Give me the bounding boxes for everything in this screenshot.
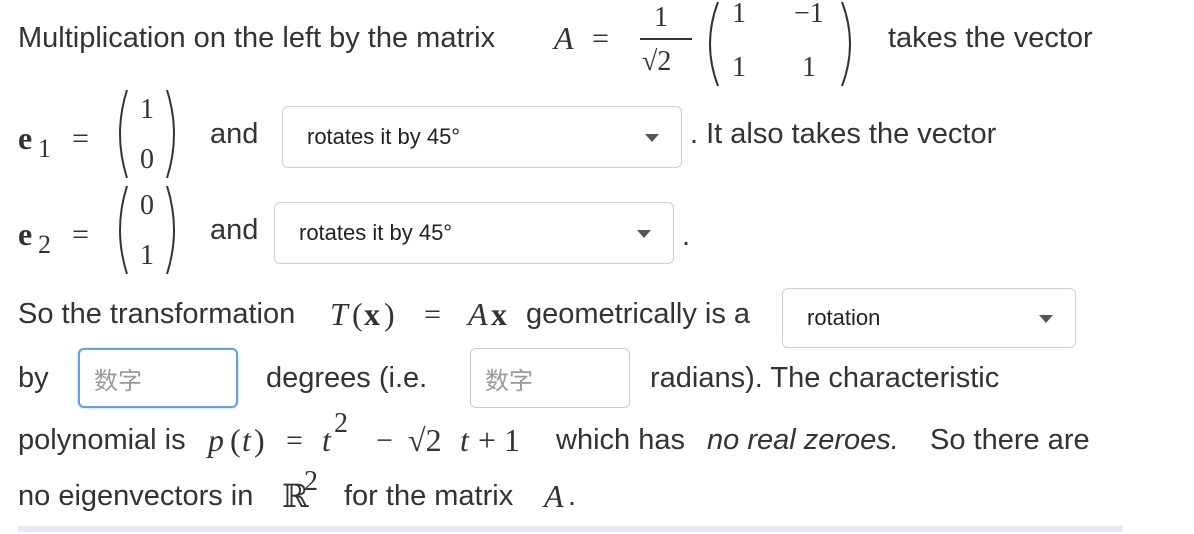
- equals-sign: =: [286, 424, 303, 457]
- bottom-divider: [18, 526, 1123, 532]
- eigenvectors-text: no eigenvectors in: [18, 480, 254, 512]
- period-text: .: [568, 480, 577, 512]
- math-paren: (: [230, 422, 241, 458]
- e1-action-dropdown[interactable]: rotates it by 45°: [282, 106, 682, 168]
- radians-input[interactable]: 数字: [470, 348, 630, 408]
- math-a: A: [544, 478, 564, 514]
- vector-e1-symbol: e: [18, 120, 33, 156]
- vector-e1-entry: 1: [140, 94, 154, 125]
- vector-e2-entry: 1: [140, 240, 154, 271]
- math-paren: (: [352, 296, 363, 332]
- math-exponent: 2: [334, 408, 348, 439]
- math-paren: ): [384, 296, 395, 332]
- degrees-text: degrees (i.e.: [266, 362, 428, 394]
- math-minus: −: [376, 424, 393, 457]
- math-plus-one: + 1: [478, 422, 521, 458]
- vector-e2-subscript: 2: [38, 230, 51, 259]
- math-x-bold: x: [491, 296, 507, 332]
- transformation-type-dropdown[interactable]: rotation: [782, 288, 1076, 348]
- fraction-bar: [640, 38, 692, 40]
- transformation-text: So the transformation: [18, 298, 296, 330]
- vector-right-paren: [166, 89, 175, 179]
- vector-right-paren: [166, 185, 175, 275]
- equals-sign: =: [424, 298, 441, 331]
- which-has-text: which has: [556, 424, 685, 456]
- also-takes-text: . It also takes the vector: [690, 118, 997, 150]
- equals-sign: =: [72, 122, 89, 155]
- vector-e1-subscript: 1: [38, 134, 51, 163]
- chevron-down-icon: [1039, 315, 1053, 323]
- vector-left-paren: [119, 185, 128, 275]
- matrix-left-paren: [709, 1, 719, 87]
- fraction-denominator: √2: [642, 46, 672, 77]
- chevron-down-icon: [645, 134, 659, 142]
- matrix-cell: 1: [732, 0, 746, 29]
- math-exponent: 2: [304, 466, 318, 497]
- math-x-bold: x: [364, 296, 380, 332]
- math-a: A: [468, 296, 488, 332]
- fraction-numerator: 1: [654, 2, 668, 33]
- for-matrix-text: for the matrix: [344, 480, 514, 512]
- so-there-are-text: So there are: [930, 424, 1090, 456]
- math-t: t: [460, 422, 469, 458]
- chevron-down-icon: [637, 230, 651, 238]
- degrees-input[interactable]: 数字: [78, 348, 238, 408]
- equals-sign: =: [72, 218, 89, 251]
- math-sqrt2: √2: [408, 422, 442, 458]
- no-real-zeroes-text: no real zeroes.: [707, 424, 899, 456]
- matrix-cell: 1: [732, 52, 746, 83]
- takes-vector-text: takes the vector: [888, 22, 1093, 54]
- math-t: t: [242, 422, 251, 458]
- e2-action-dropdown[interactable]: rotates it by 45°: [274, 202, 674, 264]
- transformation-type-value: rotation: [807, 305, 881, 330]
- and-text: and: [210, 118, 259, 150]
- e2-action-dropdown-value: rotates it by 45°: [299, 220, 453, 245]
- math-p: p: [208, 422, 224, 458]
- by-text: by: [18, 362, 49, 394]
- and-text: and: [210, 214, 259, 246]
- degrees-input-placeholder: 数字: [94, 367, 142, 395]
- vector-e2-symbol: e: [18, 216, 33, 252]
- math-t: t: [322, 422, 331, 458]
- matrix-cell: 1: [802, 52, 816, 83]
- period-text: .: [682, 220, 691, 252]
- matrix-symbol-a: A: [554, 20, 574, 56]
- radians-input-placeholder: 数字: [485, 367, 533, 395]
- vector-e1-entry: 0: [140, 144, 154, 175]
- vector-left-paren: [119, 89, 128, 179]
- intro-text: Multiplication on the left by the matrix: [18, 22, 496, 54]
- radians-text: radians). The characteristic: [650, 362, 1000, 394]
- e1-action-dropdown-value: rotates it by 45°: [307, 124, 461, 149]
- matrix-cell: −1: [794, 0, 824, 29]
- math-paren: ): [254, 422, 265, 458]
- math-t: T: [330, 296, 348, 332]
- vector-e2-entry: 0: [140, 190, 154, 221]
- geometrically-text: geometrically is a: [526, 298, 751, 330]
- polynomial-text: polynomial is: [18, 424, 186, 456]
- equals-sign: =: [592, 22, 609, 55]
- matrix-right-paren: [841, 1, 851, 87]
